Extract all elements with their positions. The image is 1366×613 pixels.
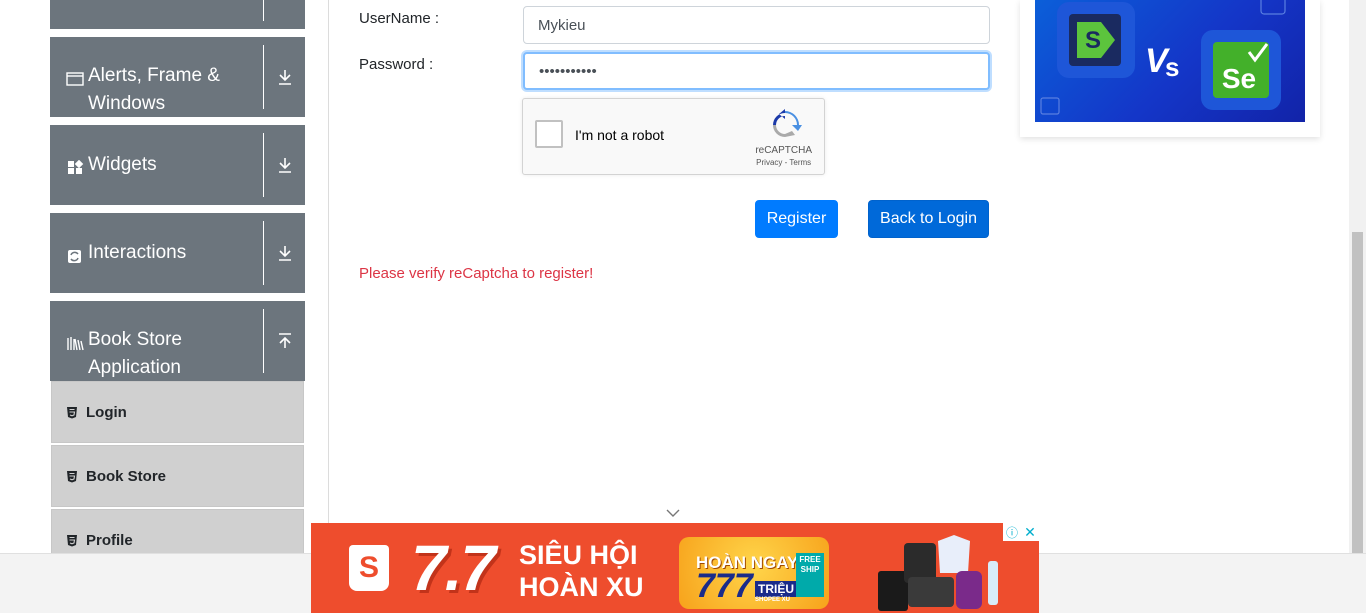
sidebar-item-label: Book Store [86,467,167,485]
sidebar-item-login[interactable]: Login [51,381,304,443]
sidebar-item-label: Profile [86,531,133,549]
books-icon [66,332,84,351]
ad-badge-unit: TRIỆU [755,581,797,597]
ad-banner[interactable]: S 7.7 SIÊU HỘI HOÀN XU HOÀN NGAY 777 TRI… [311,523,1039,613]
product-images [876,531,1036,611]
register-button[interactable]: Register [755,200,838,238]
ad-badge-amount: 777 [696,567,753,605]
sidebar-item-label: Login [86,403,127,421]
widgets-icon [66,157,84,174]
username-input[interactable]: Mykieu [523,6,990,44]
chevron-down-icon[interactable] [665,506,681,520]
html5-icon [66,406,78,419]
download-arrow-icon[interactable] [263,45,305,109]
sidebar-item-profile[interactable]: Profile [51,509,304,553]
promo-banner[interactable]: S V s Se [1020,0,1320,137]
sidebar-group-previous[interactable] [50,0,305,29]
ad-close-icon[interactable]: ✕ [1021,523,1039,541]
error-message: Please verify reCaptcha to register! [359,265,594,282]
sidebar-group-interactions[interactable]: Interactions [50,213,305,293]
sidebar-group-label: Application [88,357,181,378]
interactions-icon [66,245,84,263]
page: Alerts, Frame & Windows Widgets Interact… [0,0,1366,613]
username-label: UserName : [359,10,440,27]
ad-line-2: HOÀN XU [519,572,644,602]
sidebar: Alerts, Frame & Windows Widgets Interact… [28,0,329,553]
window-icon [66,68,84,86]
ad-headline: 7.7 [411,532,496,604]
sidebar-group-book-store-application[interactable]: Book Store Application [50,301,305,381]
back-to-login-button[interactable]: Back to Login [868,200,989,238]
shopee-bag-icon: S [349,545,389,591]
sidebar-item-book-store[interactable]: Book Store [51,445,304,507]
svg-text:S: S [1085,27,1101,54]
sidebar-group-label: Widgets [88,154,157,175]
recaptcha-widget: I'm not a robot reCAPTCHA Privacy - Term… [522,98,825,175]
download-arrow-icon[interactable] [263,221,305,285]
recaptcha-logo-icon [768,109,802,141]
recaptcha-links[interactable]: Privacy - Terms [755,157,812,169]
ad-line-1: SIÊU HỘI [519,540,638,570]
arrow-divider [263,0,305,21]
recaptcha-label: I'm not a robot [575,127,665,143]
upload-arrow-icon[interactable] [263,309,305,373]
promo-image: S V s Se [1035,0,1305,122]
sidebar-group-alerts[interactable]: Alerts, Frame & Windows [50,37,305,117]
svg-text:s: s [1165,52,1179,82]
scrollbar-thumb[interactable] [1352,232,1363,553]
sidebar-group-label: Alerts, Frame & [88,65,220,86]
password-label: Password : [359,56,434,73]
page-scrollbar[interactable] [1349,0,1366,553]
ad-badge-sub: SHOPEE XU [755,597,791,603]
free-ship-badge: FREE SHIP [796,553,824,597]
sidebar-group-widgets[interactable]: Widgets [50,125,305,205]
recaptcha-checkbox[interactable] [535,120,563,148]
sidebar-group-label: Windows [88,93,166,114]
download-arrow-icon[interactable] [263,133,305,197]
svg-text:Se: Se [1222,63,1256,94]
html5-icon [66,470,78,483]
sidebar-group-label: Book Store [88,329,182,350]
html5-icon [66,534,78,547]
password-input[interactable]: ••••••••••• [523,52,990,90]
recaptcha-brand: reCAPTCHA [755,145,812,156]
sidebar-group-label: Interactions [88,242,187,263]
ad-info-icon[interactable]: ⓘ [1003,523,1021,541]
